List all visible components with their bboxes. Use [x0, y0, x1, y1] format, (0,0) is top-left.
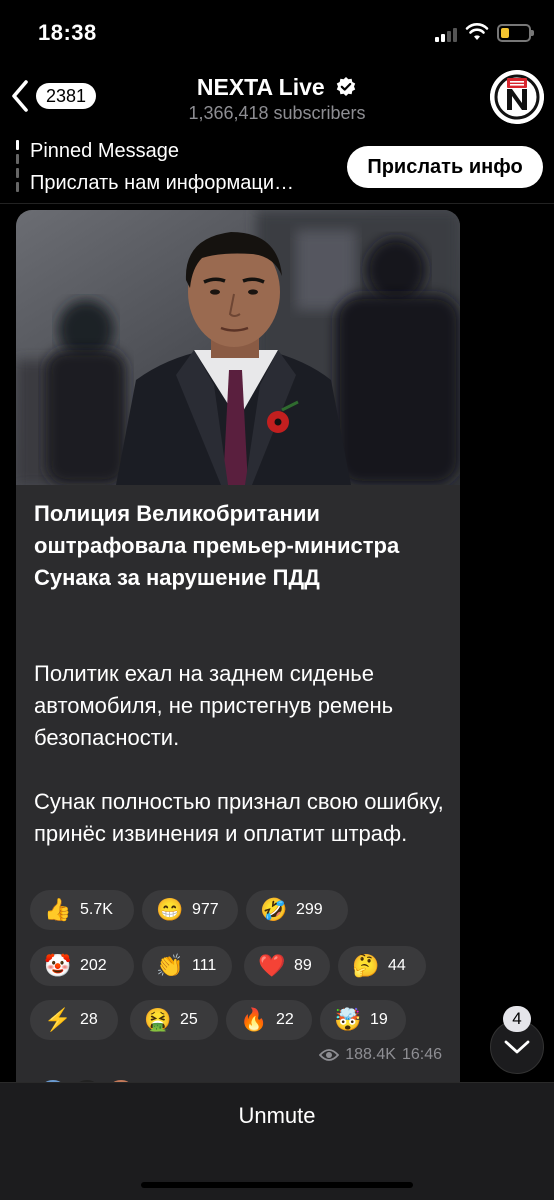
post-photo[interactable] — [16, 210, 460, 485]
reaction-count: 299 — [296, 901, 323, 918]
battery-icon — [497, 24, 534, 42]
reaction-count: 111 — [192, 957, 217, 974]
channel-post: Полиция Великобритании оштрафовала премь… — [16, 210, 460, 1090]
status-bar: 18:38 — [0, 0, 554, 66]
pinned-message[interactable]: Pinned Message Прислать нам информаци… П… — [0, 132, 554, 204]
reaction-chip[interactable]: 🤣 299 — [246, 890, 348, 930]
reaction-chip[interactable]: 👍 5.7K — [30, 890, 134, 930]
status-time: 18:38 — [38, 20, 97, 45]
channel-title[interactable]: NEXTA Live — [0, 74, 554, 101]
reaction-count: 19 — [370, 1011, 388, 1028]
grin-face-icon: 😁 — [156, 897, 184, 922]
cellular-signal-icon — [435, 26, 457, 42]
verified-icon — [336, 77, 356, 96]
chat-header: 2381 NEXTA Live 1,366,418 subscribers — [0, 66, 554, 130]
chevron-down-icon — [504, 1040, 530, 1054]
channel-avatar[interactable] — [490, 70, 544, 124]
rofl-face-icon: 🤣 — [260, 897, 288, 922]
pinned-text: Прислать нам информаци… — [30, 172, 295, 194]
post-paragraph: Политик ехал на заднем сиденье автомобил… — [34, 661, 394, 750]
clapping-hands-icon: 👏 — [156, 953, 184, 978]
home-indicator[interactable] — [141, 1182, 413, 1188]
reaction-chip[interactable]: ❤️ 89 — [244, 946, 330, 986]
reaction-chip[interactable]: 🤯 19 — [320, 1000, 406, 1040]
pinned-title: Pinned Message — [30, 140, 179, 162]
reaction-count: 89 — [294, 957, 312, 974]
reaction-count: 202 — [80, 957, 107, 974]
reaction-count: 977 — [192, 901, 219, 918]
reaction-chip[interactable]: 🔥 22 — [226, 1000, 312, 1040]
reaction-chip[interactable]: 🤮 25 — [130, 1000, 218, 1040]
reaction-count: 25 — [180, 1011, 198, 1028]
clown-face-icon: 🤡 — [44, 953, 72, 978]
wifi-icon — [465, 23, 489, 40]
reaction-chip[interactable]: ⚡ 28 — [30, 1000, 118, 1040]
heart-icon: ❤️ — [258, 953, 286, 978]
thinking-face-icon: 🤔 — [352, 953, 380, 978]
reaction-count: 44 — [388, 957, 406, 974]
post-headline: Полиция Великобритании оштрафовала премь… — [34, 501, 400, 590]
photo-image — [16, 210, 460, 485]
unread-mentions-badge: 4 — [503, 1006, 531, 1032]
subscriber-count: 1,366,418 subscribers — [188, 103, 366, 123]
reaction-count: 5.7K — [80, 901, 113, 918]
channel-name: NEXTA Live — [196, 74, 325, 100]
lightning-icon: ⚡ — [44, 1007, 72, 1032]
unmute-button[interactable]: Unmute — [0, 1103, 554, 1129]
post-time: 16:46 — [401, 1046, 442, 1063]
exploding-head-icon: 🤯 — [334, 1007, 362, 1032]
fire-icon: 🔥 — [240, 1007, 268, 1032]
view-count: 188.4K — [345, 1046, 396, 1063]
reaction-chip[interactable]: 🤔 44 — [338, 946, 426, 986]
reaction-count: 28 — [80, 1011, 98, 1028]
post-meta: 188.4K 16:46 — [319, 1046, 442, 1064]
vomiting-face-icon: 🤮 — [144, 1007, 172, 1032]
reaction-count: 22 — [276, 1011, 294, 1028]
pinned-action-button[interactable]: Прислать инфо — [347, 146, 543, 188]
thumbs-up-icon: 👍 — [44, 897, 72, 922]
nexta-logo-icon — [490, 70, 544, 124]
post-paragraph: Сунак полностью признал свою ошибку, при… — [34, 789, 444, 846]
eye-icon — [319, 1049, 340, 1061]
pinned-indicator — [16, 140, 19, 196]
reaction-chip[interactable]: 😁 977 — [142, 890, 238, 930]
reaction-chip[interactable]: 👏 111 — [142, 946, 232, 986]
reaction-chip[interactable]: 🤡 202 — [30, 946, 134, 986]
